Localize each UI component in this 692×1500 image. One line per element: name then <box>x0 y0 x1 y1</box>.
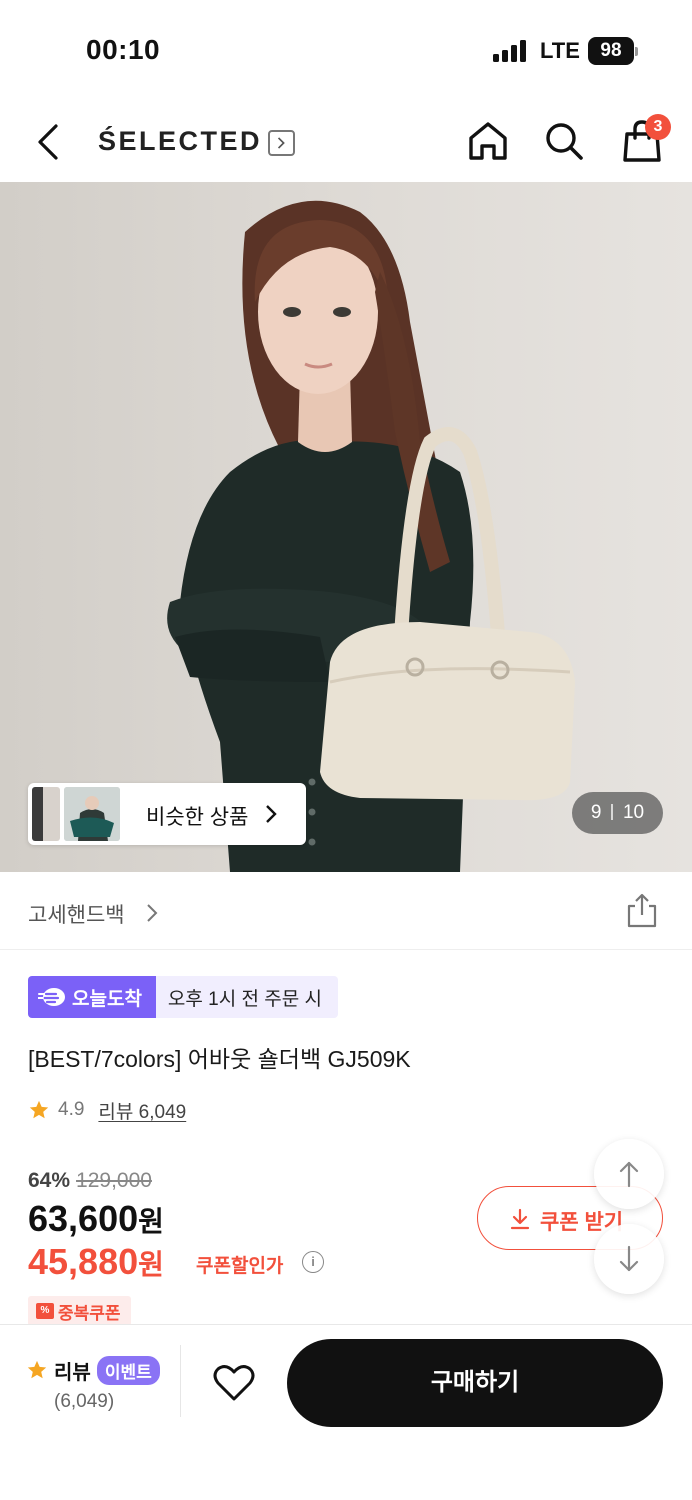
chevron-right-icon <box>266 805 277 823</box>
current-page: 9 <box>590 802 602 823</box>
original-price: 129,000 <box>76 1169 152 1192</box>
brand-chevron-icon[interactable] <box>268 130 295 156</box>
similar-products-label: 비슷한 상품 <box>146 806 249 829</box>
status-time: 00:10 <box>86 34 161 65</box>
scroll-bottom-button[interactable] <box>594 1224 664 1294</box>
network-label: LTE <box>540 38 580 63</box>
coupon-price: 45,880원 <box>28 1241 164 1283</box>
product-image-carousel[interactable]: 비슷한 상품 9 10 <box>0 182 692 872</box>
divider <box>180 1345 181 1417</box>
discount-row: 64% 129,000 <box>28 1169 152 1193</box>
status-bar: 00:10 LTE 98 <box>0 0 692 100</box>
event-badge: 이벤트 <box>96 1355 160 1385</box>
signal-icon <box>493 40 529 62</box>
product-photo <box>0 182 692 872</box>
heart-icon[interactable] <box>212 1363 256 1403</box>
total-pages: 10 <box>622 802 645 823</box>
similar-thumbnail <box>64 787 120 841</box>
review-link[interactable]: 리뷰 6,049 <box>98 1097 186 1124</box>
home-icon[interactable] <box>466 118 510 164</box>
sale-price-value: 63,600 <box>28 1198 139 1239</box>
app-header: ŚELECTED <box>0 100 692 182</box>
brand-name[interactable]: ŚELECTED <box>98 126 262 157</box>
image-page-indicator: 9 10 <box>572 792 663 834</box>
coupon-price-label: 쿠폰할인가 <box>196 1256 284 1277</box>
battery-icon: 98 <box>588 37 638 65</box>
coupon-price-value: 45,880 <box>28 1241 139 1282</box>
share-icon[interactable] <box>624 892 660 930</box>
category-row: 고세핸드백 <box>0 872 692 950</box>
today-arrival-label: 오늘도착 <box>72 988 142 1010</box>
star-icon <box>27 1360 47 1379</box>
arrow-down-icon <box>619 1245 639 1272</box>
today-arrival-badge: 오늘도착 <box>28 976 156 1018</box>
buy-button[interactable]: 구매하기 <box>287 1339 663 1427</box>
info-icon[interactable]: i <box>302 1251 324 1273</box>
fast-delivery-icon <box>38 988 65 1006</box>
download-icon <box>510 1208 530 1230</box>
cart-count-badge: 3 <box>645 114 671 140</box>
delivery-note: 오후 1시 전 주문 시 <box>155 976 338 1018</box>
arrow-up-icon <box>619 1161 639 1188</box>
sale-price-unit: 원 <box>138 1206 164 1237</box>
star-icon <box>29 1100 49 1119</box>
rating-value: 4.9 <box>58 1099 85 1120</box>
coupon-icon: % <box>36 1303 54 1319</box>
search-icon[interactable] <box>542 118 586 164</box>
review-event-button[interactable]: 리뷰 이벤트 (6,049) <box>26 1355 176 1419</box>
review-label: 리뷰 <box>54 1361 91 1384</box>
back-arrow-icon[interactable] <box>28 120 68 164</box>
delivery-info: 오늘도착 오후 1시 전 주문 시 <box>28 976 338 1018</box>
category-link[interactable]: 고세핸드백 <box>28 899 125 929</box>
chevron-right-icon <box>147 904 158 922</box>
product-title: [BEST/7colors] 어바웃 숄더백 GJ509K <box>28 1046 411 1072</box>
bottom-action-bar: 리뷰 이벤트 (6,049) 구매하기 <box>0 1324 692 1500</box>
similar-thumbnail <box>32 787 60 841</box>
rating-row: 4.9 리뷰 6,049 <box>28 1096 186 1124</box>
similar-products-button[interactable]: 비슷한 상품 <box>28 783 306 845</box>
review-count: (6,049) <box>54 1391 115 1412</box>
discount-percent: 64% <box>28 1169 71 1192</box>
scroll-top-button[interactable] <box>594 1139 664 1209</box>
duplicate-coupon-badge: % 중복쿠폰 <box>28 1296 131 1326</box>
sale-price: 63,600원 <box>28 1198 164 1240</box>
duplicate-coupon-label: 중복쿠폰 <box>58 1303 121 1323</box>
coupon-price-unit: 원 <box>138 1249 164 1280</box>
